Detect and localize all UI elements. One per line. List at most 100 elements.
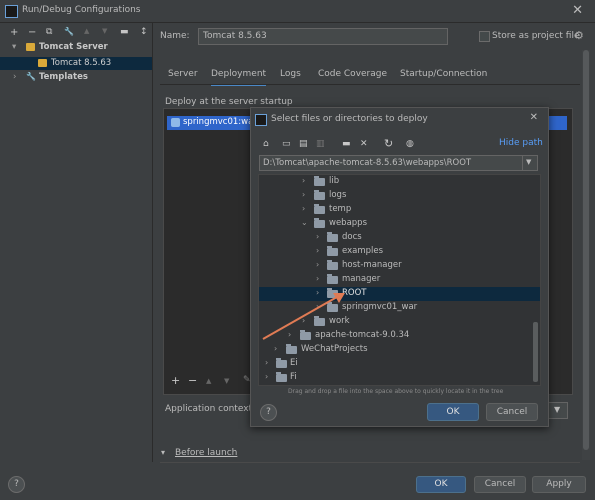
- drive-name: Ei: [290, 358, 298, 368]
- tree-row[interactable]: › host-manager: [259, 259, 540, 273]
- tree-row[interactable]: › examples: [259, 245, 540, 259]
- scrollbar-thumb[interactable]: [583, 50, 589, 450]
- hide-path-link[interactable]: Hide path: [499, 138, 543, 148]
- wrench-icon: 🔧: [26, 72, 36, 81]
- ok-button[interactable]: OK: [416, 476, 466, 493]
- dialog-cancel-button[interactable]: Cancel: [486, 403, 538, 421]
- folder-icon: [327, 246, 338, 256]
- remove-icon[interactable]: −: [188, 374, 197, 387]
- app-icon: [5, 5, 18, 18]
- dialog-title: Select files or directories to deploy: [271, 114, 428, 124]
- chevron-right-icon[interactable]: ›: [316, 246, 319, 255]
- folder-name: docs: [342, 232, 362, 242]
- folder-icon: [327, 274, 338, 284]
- new-folder-icon[interactable]: ▬: [342, 139, 351, 149]
- main-scrollbar[interactable]: [582, 50, 590, 460]
- cancel-button[interactable]: Cancel: [474, 476, 526, 493]
- tree-item-label: Templates: [39, 72, 88, 82]
- before-launch-label[interactable]: Before launch: [175, 448, 237, 458]
- apply-button[interactable]: Apply: [532, 476, 586, 493]
- chevron-down-icon: ▼: [526, 158, 532, 166]
- artifact-icon: [171, 118, 180, 127]
- tree-row[interactable]: › WeChatProjects: [259, 343, 540, 357]
- tree-item-tomcat-server[interactable]: ▾ Tomcat Server: [0, 42, 152, 55]
- chevron-right-icon[interactable]: ›: [302, 190, 305, 199]
- add-icon[interactable]: +: [171, 374, 180, 387]
- tree-item-templates[interactable]: › 🔧 Templates: [0, 72, 152, 85]
- chevron-right-icon[interactable]: ›: [316, 260, 319, 269]
- artifact-label: springmvc01:war: [183, 117, 257, 127]
- refresh-icon[interactable]: ↻: [384, 137, 393, 150]
- store-as-project-file-checkbox[interactable]: [479, 31, 490, 42]
- splitter[interactable]: [152, 22, 153, 462]
- tree-row[interactable]: › Fi: [259, 371, 540, 385]
- dialog-help-button[interactable]: ?: [260, 404, 277, 421]
- chevron-right-icon[interactable]: ›: [274, 344, 277, 353]
- project-icon[interactable]: ▤: [299, 139, 308, 149]
- move-up-icon[interactable]: ▲: [84, 27, 89, 35]
- chevron-right-icon[interactable]: ›: [265, 372, 268, 381]
- title-bar: Run/Debug Configurations ✕: [0, 0, 595, 23]
- close-icon[interactable]: ✕: [530, 112, 538, 123]
- folder-name: webapps: [329, 218, 368, 228]
- chevron-right-icon[interactable]: ›: [265, 358, 268, 367]
- tab-startup-connection[interactable]: Startup/Connection: [400, 69, 487, 79]
- sort-icon[interactable]: ↕: [140, 27, 148, 37]
- move-down-icon[interactable]: ▼: [224, 377, 229, 385]
- deploy-heading: Deploy at the server startup: [165, 97, 293, 107]
- wrench-icon[interactable]: 🔧: [64, 27, 74, 36]
- add-icon[interactable]: +: [10, 27, 18, 38]
- folder-icon: [314, 218, 325, 228]
- chevron-right-icon[interactable]: ›: [316, 274, 319, 283]
- folder-name: lib: [329, 176, 340, 186]
- tree-row[interactable]: › logs: [259, 189, 540, 203]
- path-field[interactable]: D:\Tomcat\apache-tomcat-8.5.63\webapps\R…: [259, 155, 526, 171]
- drive-icon: [276, 358, 287, 368]
- delete-icon[interactable]: ✕: [360, 139, 368, 149]
- chevron-right-icon[interactable]: ›: [13, 72, 16, 82]
- remove-icon[interactable]: −: [28, 27, 36, 38]
- module-icon[interactable]: ▥: [316, 139, 325, 149]
- tomcat-icon: [26, 43, 35, 51]
- app-context-dropdown[interactable]: ▼: [548, 402, 568, 419]
- file-tree-scrollbar[interactable]: [533, 322, 538, 382]
- chevron-down-icon: ▼: [554, 405, 561, 414]
- folder-icon: [327, 232, 338, 242]
- tree-row[interactable]: › Ei: [259, 357, 540, 371]
- chevron-down-icon[interactable]: ▾: [161, 448, 165, 457]
- desktop-icon[interactable]: ▭: [282, 139, 291, 149]
- chevron-right-icon[interactable]: ›: [302, 204, 305, 213]
- tab-code-coverage[interactable]: Code Coverage: [318, 69, 387, 79]
- tree-item-tomcat-8563[interactable]: Tomcat 8.5.63: [0, 57, 152, 70]
- home-icon[interactable]: ⌂: [263, 139, 269, 149]
- name-field[interactable]: Tomcat 8.5.63: [198, 28, 448, 45]
- tree-row[interactable]: › lib: [259, 175, 540, 189]
- file-tree[interactable]: › lib › logs › temp ⌄ webapps › docs › example…: [258, 174, 541, 386]
- divider: [160, 462, 580, 463]
- help-button[interactable]: ?: [8, 476, 25, 493]
- copy-icon[interactable]: ⧉: [46, 27, 52, 37]
- tree-row[interactable]: › docs: [259, 231, 540, 245]
- tab-logs[interactable]: Logs: [280, 69, 301, 79]
- path-history-dropdown[interactable]: ▼: [522, 155, 538, 171]
- folder-icon[interactable]: ▬: [120, 27, 129, 37]
- gear-icon[interactable]: ⚙: [574, 29, 584, 42]
- chevron-down-icon[interactable]: ⌄: [301, 218, 308, 227]
- tree-row[interactable]: › temp: [259, 203, 540, 217]
- move-up-icon[interactable]: ▲: [206, 377, 211, 385]
- chevron-right-icon[interactable]: ›: [302, 176, 305, 185]
- move-down-icon[interactable]: ▼: [102, 27, 107, 35]
- tree-item-label: Tomcat Server: [39, 42, 108, 52]
- close-icon[interactable]: ✕: [572, 3, 583, 18]
- dialog-ok-button[interactable]: OK: [427, 403, 479, 421]
- tree-row[interactable]: ⌄ webapps: [259, 217, 540, 231]
- chevron-right-icon[interactable]: ›: [316, 232, 319, 241]
- show-hidden-icon[interactable]: ◍: [406, 139, 414, 149]
- store-as-project-file-label: Store as project file: [492, 31, 580, 41]
- tab-server[interactable]: Server: [168, 69, 198, 79]
- name-label: Name:: [160, 31, 190, 41]
- tab-divider: [160, 84, 580, 85]
- chevron-down-icon[interactable]: ▾: [12, 42, 16, 52]
- folder-name: logs: [329, 190, 347, 200]
- deploy-list-toolbar: + − ▲ ▼ ✎: [163, 374, 263, 390]
